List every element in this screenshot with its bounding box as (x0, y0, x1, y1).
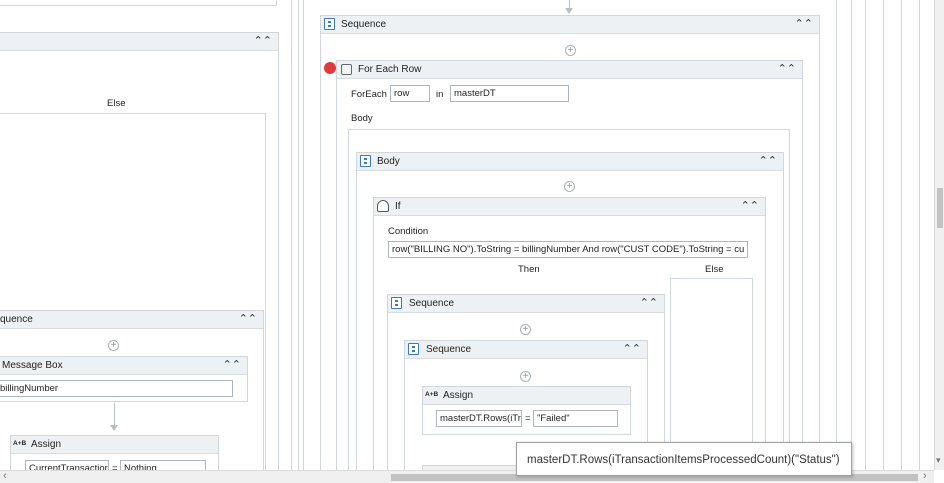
then-label: Then (518, 264, 540, 275)
frame-line (836, 0, 837, 470)
top-connector-arrow-icon (565, 8, 573, 14)
pane-divider (291, 0, 292, 470)
for-each-row-header[interactable]: For Each Row ⌃⌃ (337, 61, 802, 79)
add-activity-plus-icon[interactable]: + (108, 340, 119, 351)
left-sequence-header[interactable]: quence ⌃⌃ (0, 311, 263, 329)
assign-icon: A+B (425, 391, 439, 398)
sequence-title: Sequence (341, 19, 387, 30)
foreach-variable-field[interactable]: row (390, 85, 430, 102)
if-title: If (395, 201, 401, 212)
collapse-icon[interactable]: ⌃⌃ (778, 62, 796, 76)
assign-header[interactable]: A+B Assign (423, 387, 630, 405)
tooltip-text: masterDT.Rows(iTransactionItemsProcessed… (527, 454, 840, 466)
foreach-label: ForEach (351, 89, 387, 100)
top-connector-line (569, 0, 570, 8)
body-sequence-title: Body (377, 156, 400, 167)
then-sequence-header[interactable]: Sequence ⌃⌃ (388, 295, 664, 313)
collapse-icon[interactable]: ⌃⌃ (640, 296, 658, 310)
add-activity-plus-icon[interactable]: + (520, 371, 531, 382)
message-box-activity[interactable]: Message Box ⌃⌃ billingNumber (0, 356, 248, 402)
collapse-icon[interactable]: ⌃⌃ (239, 312, 257, 326)
vertical-scrollbar[interactable]: ▾ (934, 0, 944, 470)
body-sequence-header[interactable]: Body ⌃⌃ (357, 153, 783, 171)
condition-field[interactable]: row("BILLING NO").ToString = billingNumb… (388, 241, 748, 258)
assign-to-field[interactable]: masterDT.Rows(iTr (436, 410, 522, 427)
left-top-divider-v (276, 0, 277, 6)
foreach-source-field[interactable]: masterDT (450, 85, 569, 102)
left-if-header[interactable]: ⌃⌃ (0, 33, 278, 51)
frame-line (919, 0, 920, 470)
left-assign-header[interactable]: A+B Assign (11, 436, 218, 454)
then-sequence-title: Sequence (409, 298, 455, 309)
collapse-icon[interactable]: ⌃⌃ (223, 358, 241, 372)
left-assign-title: Assign (31, 439, 62, 450)
scroll-down-arrow-icon[interactable]: ▾ (936, 455, 941, 466)
add-activity-plus-icon[interactable]: + (564, 181, 575, 192)
frame-line (298, 0, 299, 470)
frame-line (303, 0, 304, 470)
collapse-icon[interactable]: ⌃⌃ (741, 199, 759, 213)
scroll-left-arrow-icon[interactable]: ‹ (3, 470, 7, 482)
sequence-icon (360, 155, 371, 167)
vertical-scrollbar-thumb[interactable] (937, 188, 943, 228)
sequence-icon (391, 297, 402, 309)
if-icon (377, 200, 389, 212)
expression-tooltip: masterDT.Rows(iTransactionItemsProcessed… (516, 442, 852, 476)
scroll-right-arrow-icon[interactable]: › (923, 470, 927, 482)
sequence-icon (324, 18, 335, 30)
add-activity-plus-icon[interactable]: + (520, 324, 531, 335)
if-header[interactable]: If ⌃⌃ (374, 198, 765, 216)
assign-value-field[interactable]: "Failed" (533, 410, 618, 427)
collapse-icon[interactable]: ⌃⌃ (254, 34, 272, 48)
connector-arrow-icon (110, 425, 118, 431)
frame-line (883, 0, 884, 470)
left-top-divider (0, 5, 276, 6)
add-activity-plus-icon[interactable]: + (565, 45, 576, 56)
connector-line (114, 403, 115, 425)
collapse-icon[interactable]: ⌃⌃ (795, 17, 813, 31)
left-else-label: Else (107, 98, 126, 109)
condition-label: Condition (388, 226, 429, 237)
left-sequence-title: quence (0, 314, 33, 325)
message-box-text-field[interactable]: billingNumber (0, 380, 233, 397)
left-assign-activity[interactable]: A+B Assign CurrentTransactior = Nothing (10, 435, 219, 477)
for-each-row-icon (341, 64, 352, 75)
frame-line (865, 0, 866, 470)
breakpoint-icon[interactable] (324, 62, 336, 74)
assign-icon: A+B (13, 440, 27, 447)
inner-sequence-header[interactable]: Sequence ⌃⌃ (405, 341, 647, 359)
inner-sequence-title: Sequence (426, 344, 472, 355)
sequence-icon (408, 343, 419, 355)
frame-line (851, 0, 852, 470)
for-each-row-title: For Each Row (358, 64, 422, 75)
collapse-icon[interactable]: ⌃⌃ (623, 342, 641, 356)
body-label: Body (351, 113, 373, 124)
message-box-header[interactable]: Message Box ⌃⌃ (0, 357, 247, 375)
left-designer-pane: ⌃⌃ Else quence ⌃⌃ + Message Box ⌃⌃ billi… (0, 0, 292, 477)
assign-title: Assign (443, 390, 474, 401)
assign-equals: = (525, 413, 531, 424)
collapse-icon[interactable]: ⌃⌃ (759, 154, 777, 168)
else-label: Else (705, 264, 724, 275)
sequence-header[interactable]: Sequence ⌃⌃ (321, 16, 819, 34)
message-box-title: Message Box (2, 360, 63, 371)
in-label: in (436, 89, 444, 100)
frame-line (901, 0, 902, 470)
assign-activity[interactable]: A+B Assign masterDT.Rows(iTr = "Failed" (422, 386, 631, 435)
